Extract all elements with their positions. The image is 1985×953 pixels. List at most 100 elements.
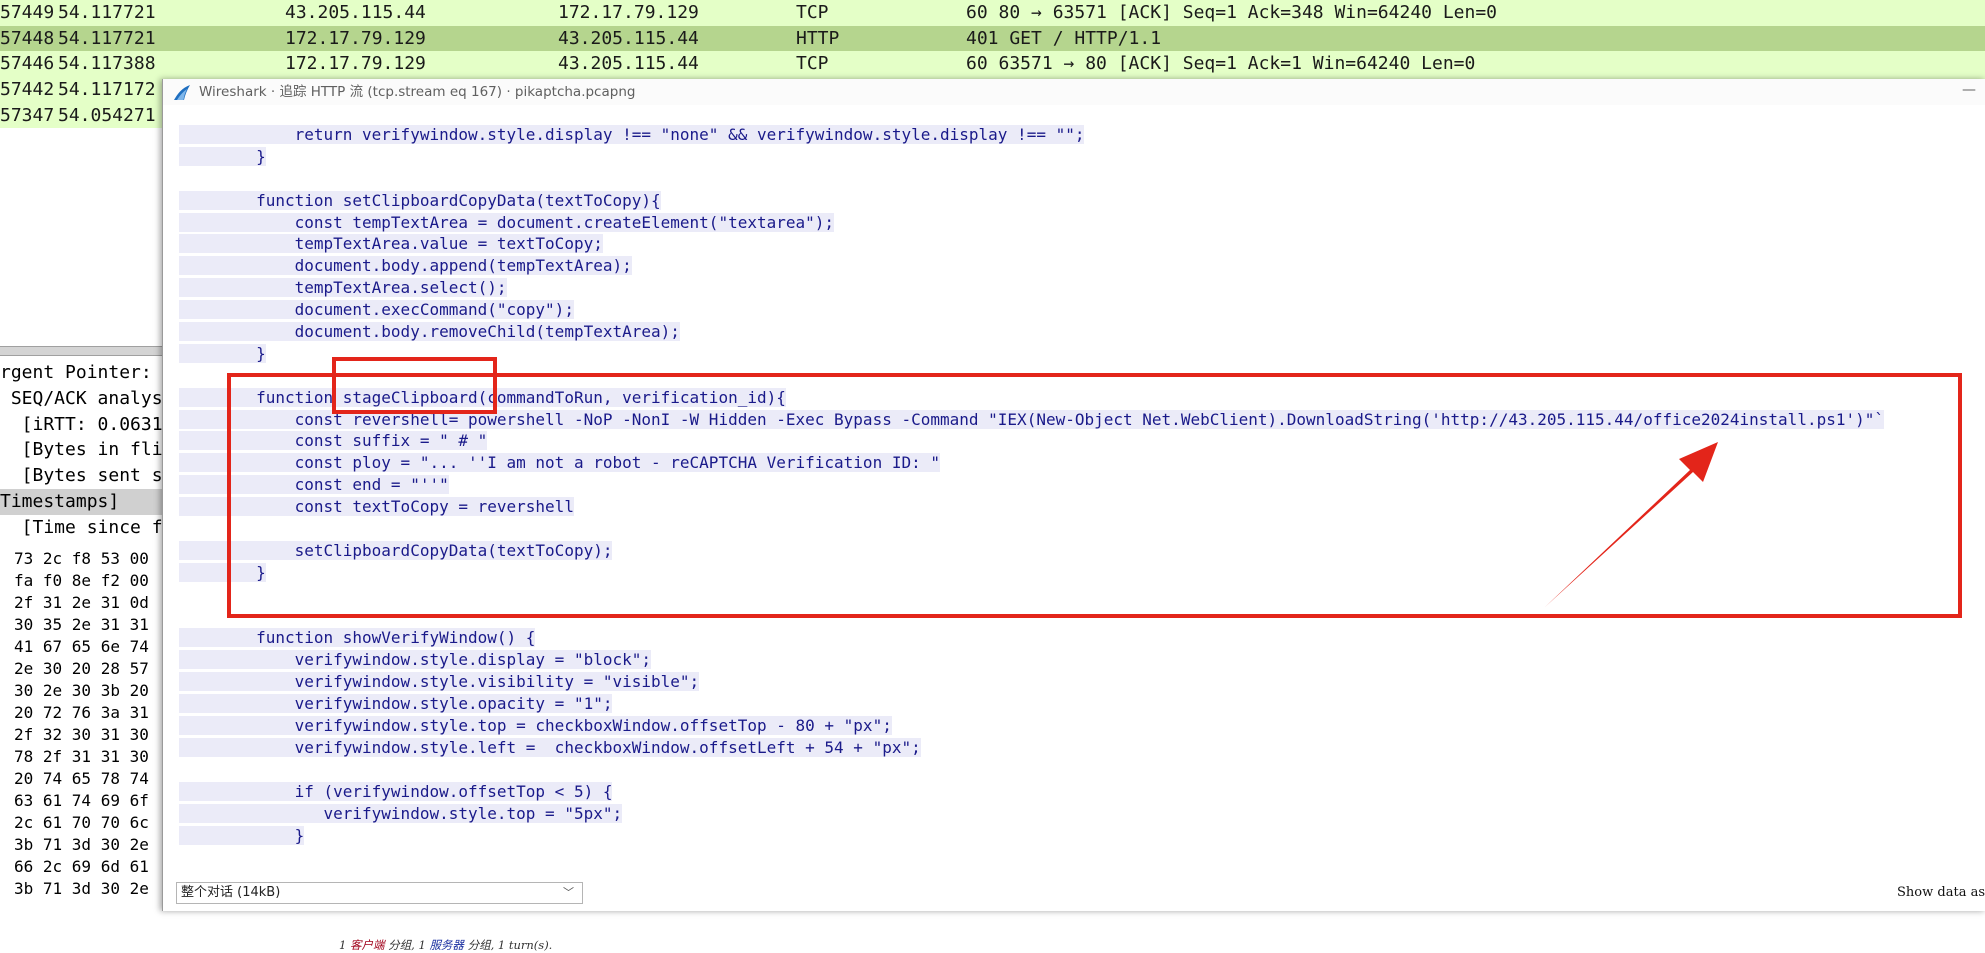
stream-line-text: verifywindow.style.top = checkboxWindow.… [179, 716, 892, 736]
minimize-button[interactable]: — [1958, 83, 1980, 101]
status-suffix: 分组, 1 turn(s). [463, 938, 553, 952]
detail-tree-item[interactable]: SEQ/ACK analysi [0, 386, 162, 412]
packet-proto: HTTP [796, 27, 840, 49]
stream-line-text: function showVerifyWindow() { [179, 628, 536, 648]
stream-line-text: verifywindow.style.left = checkboxWindow… [179, 737, 921, 757]
hex-row: 2f 31 2e 31 0d [14, 593, 149, 612]
hex-row: 20 74 65 78 74 [14, 769, 149, 788]
detail-tree-item[interactable]: Timestamps] [0, 488, 162, 515]
stream-line-text: verifywindow.style.top = "5px"; [179, 803, 623, 823]
stream-line: return verifywindow.style.display !== "n… [179, 124, 1974, 146]
stream-line: const tempTextArea = document.createElem… [179, 212, 1974, 234]
packet-time: 54.117721 [58, 2, 156, 23]
conversation-select-value: 整个对话 (14kB) [181, 885, 281, 900]
hex-row: 2e 30 20 28 57 [14, 659, 149, 678]
stream-line: document.body.removeChild(tempTextArea); [179, 321, 1974, 343]
stream-line: function setClipboardCopyData(textToCopy… [179, 190, 1974, 212]
hex-row: fa f0 8e f2 00 [14, 571, 149, 590]
stream-line-text: function setClipboardCopyData(textToCopy… [179, 190, 661, 210]
stream-line-text: verifywindow.style.opacity = "1"; [179, 694, 613, 714]
hex-row: 66 2c 69 6d 61 [14, 857, 149, 876]
stream-line: document.body.append(tempTextArea); [179, 255, 1974, 277]
packet-row[interactable]: 57449 54.117721 43.205.115.44 172.17.79.129… [0, 0, 1985, 26]
stream-line: tempTextArea.select(); [179, 277, 1974, 299]
stream-line: if (verifywindow.offsetTop < 5) { [179, 781, 1974, 803]
detail-tree-item[interactable]: [Time since f [0, 515, 162, 541]
hex-row: 20 72 76 3a 31 [14, 703, 149, 722]
packet-detail-pane: rgent Pointer: SEQ/ACK analysi [iRTT: 0.… [0, 360, 162, 541]
stream-line-text: return verifywindow.style.display !== "n… [179, 125, 1085, 144]
packet-proto: TCP [796, 2, 829, 23]
stream-line-text: if (verifywindow.offsetTop < 5) { [179, 781, 613, 801]
packet-no: 57347 [0, 104, 55, 126]
detail-tree-item[interactable]: [iRTT: 0.0631 [0, 412, 162, 438]
stream-line [179, 758, 1974, 781]
stream-line-text: } [179, 825, 305, 845]
stream-line: verifywindow.style.left = checkboxWindow… [179, 737, 1974, 759]
stream-line: function showVerifyWindow() { [179, 627, 1974, 649]
packet-info: 60 80 → 63571 [ACK] Seq=1 Ack=348 Win=64… [966, 2, 1498, 23]
status-mid: 分组, 1 [384, 938, 430, 952]
stream-line-text: const tempTextArea = document.createElem… [179, 212, 835, 232]
packet-time: 54.054271 [58, 104, 156, 126]
packet-dst: 43.205.115.44 [558, 53, 699, 75]
hex-row: 41 67 65 6e 74 [14, 637, 149, 656]
hex-row: 63 61 74 69 6f [14, 791, 149, 810]
stream-line: document.execCommand("copy"); [179, 299, 1974, 321]
packet-bytes-pane: 73 2c f8 53 00 fa f0 8e f2 00 2f 31 2e 31 … [0, 548, 162, 900]
hex-row: 2f 32 30 31 30 [14, 725, 149, 744]
packet-src: 172.17.79.129 [285, 27, 426, 49]
packet-no: 57446 [0, 53, 55, 75]
hex-row: 3b 71 3d 30 2e [14, 879, 149, 898]
pane-splitter[interactable] [0, 346, 162, 356]
packet-row[interactable]: 57448 54.117721 172.17.79.129 43.205.115.44… [0, 25, 1985, 52]
hex-row: 2c 61 70 70 6c [14, 813, 149, 832]
packet-dst: 43.205.115.44 [558, 27, 699, 49]
server-label: 服务器 [429, 938, 464, 952]
conversation-select[interactable]: 整个对话 (14kB) ﹀ [176, 882, 583, 904]
stream-line [179, 167, 1974, 190]
packet-time: 54.117388 [58, 53, 156, 75]
stream-line: verifywindow.style.opacity = "1"; [179, 693, 1974, 715]
packet-no: 57442 [0, 79, 55, 101]
wireshark-fin-icon [174, 85, 190, 100]
stream-line-text: document.execCommand("copy"); [179, 300, 574, 320]
detail-tree-item[interactable]: [Bytes sent s [0, 463, 162, 489]
packet-info: 60 63571 → 80 [ACK] Seq=1 Ack=1 Win=6424… [966, 53, 1476, 75]
packet-row[interactable]: 57446 54.117388 172.17.79.129 43.205.115.44… [0, 51, 1985, 78]
packet-dst: 172.17.79.129 [558, 2, 699, 23]
dialog-titlebar[interactable]: Wireshark · 追踪 HTTP 流 (tcp.stream eq 167… [163, 79, 1985, 105]
stream-line-text: document.body.removeChild(tempTextArea); [179, 322, 680, 342]
hex-row: 78 2f 31 31 30 [14, 747, 149, 766]
hex-row: 30 35 2e 31 31 [14, 615, 149, 634]
packet-time: 54.117721 [58, 27, 156, 49]
hex-row: 73 2c f8 53 00 [14, 549, 149, 568]
stream-line: } [179, 825, 1974, 847]
stream-line-text: document.body.append(tempTextArea); [179, 256, 632, 276]
stream-line: verifywindow.style.top = "5px"; [179, 803, 1974, 825]
stream-line: verifywindow.style.top = checkboxWindow.… [179, 715, 1974, 737]
stream-line-text: verifywindow.style.display = "block"; [179, 650, 652, 670]
packet-no: 57449 [0, 2, 55, 23]
client-label: 客户端 [349, 938, 385, 952]
stream-line: verifywindow.style.display = "block"; [179, 649, 1974, 671]
stream-line-text: tempTextArea.value = textToCopy; [179, 234, 603, 254]
packet-src: 172.17.79.129 [285, 53, 426, 75]
packet-time: 54.117172 [58, 79, 156, 101]
dialog-title: Wireshark · 追踪 HTTP 流 (tcp.stream eq 167… [199, 84, 636, 100]
detail-tree-item[interactable]: rgent Pointer: [0, 360, 162, 386]
chevron-down-icon: ﹀ [563, 886, 574, 899]
hex-row: 30 2e 30 3b 20 [14, 681, 149, 700]
packet-src: 43.205.115.44 [285, 2, 426, 23]
stream-status: 1 客户端 分组, 1 服务器 分组, 1 turn(s). [339, 937, 552, 953]
stream-line: tempTextArea.value = textToCopy; [179, 233, 1974, 255]
highlight-box-function-name [332, 357, 497, 414]
stream-line: verifywindow.style.visibility = "visible… [179, 671, 1974, 693]
status-prefix: 1 [339, 938, 350, 952]
show-data-as-label: Show data as [1897, 885, 1985, 900]
stream-line-text: } [179, 146, 266, 166]
detail-tree-item[interactable]: [Bytes in fli [0, 437, 162, 463]
packet-proto: TCP [796, 53, 829, 75]
packet-info: 401 GET / HTTP/1.1 [966, 27, 1162, 49]
stream-line: } [179, 146, 1974, 168]
